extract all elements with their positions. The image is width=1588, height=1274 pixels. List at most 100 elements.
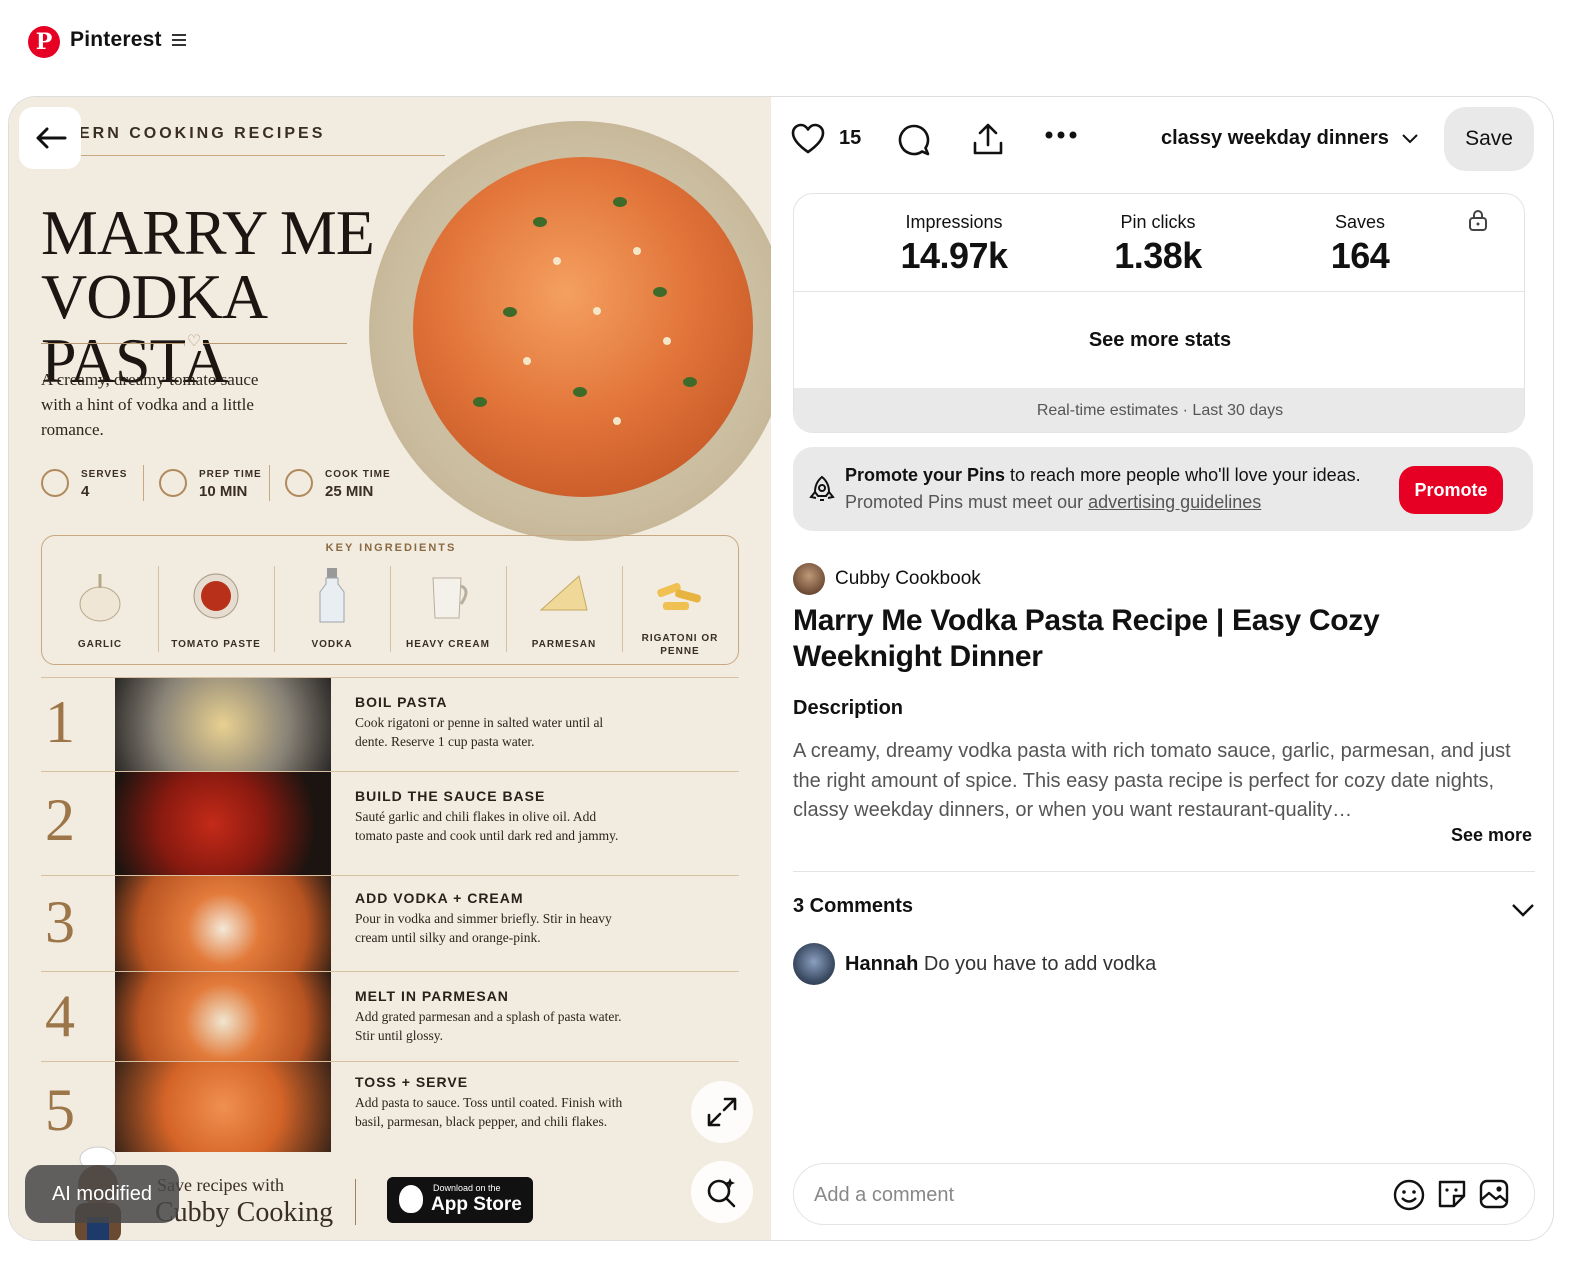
back-button[interactable] [19,107,81,169]
avatar[interactable] [793,943,835,985]
expand-icon [707,1097,737,1127]
ingredient-parmesan: PARMESAN [506,558,622,658]
chevron-down-icon[interactable] [1511,901,1535,917]
divider [793,871,1535,872]
step-title: BUILD THE SAUCE BASE [355,788,546,804]
cream-pitcher-icon [432,577,468,619]
description-body: A creamy, dreamy vodka pasta with rich t… [793,740,1511,821]
clock-icon [159,469,187,497]
heart-ornament-icon: ♡ [185,333,203,351]
ai-modified-badge[interactable]: AI modified [25,1165,179,1223]
save-button[interactable]: Save [1444,107,1534,171]
more-options-icon[interactable] [1043,129,1079,141]
promo-bold: Promote your Pins [845,465,1006,485]
see-more-stats-button[interactable]: See more stats [794,292,1524,388]
apple-icon [399,1185,423,1213]
action-bar: 15 classy weekday dinners Save [771,97,1553,183]
app-store-badge: Download on the App Store [387,1177,533,1223]
step-number: 1 [45,689,75,755]
ingredients-heading: KEY INGREDIENTS [325,542,457,554]
board-selector[interactable]: classy weekday dinners [1161,127,1389,150]
step-title: BOIL PASTA [355,694,448,710]
people-icon [41,469,69,497]
eyebrow-rule [79,155,445,156]
stat-divider [269,465,270,501]
recipe-steps: 1 BOIL PASTA Cook rigatoni or penne in s… [41,677,739,1163]
promo-rest: to reach more people who'll love your id… [1005,465,1361,485]
step-number: 5 [45,1077,75,1143]
metric-saves: Saves 164 [1260,212,1460,277]
pasta-illustration [413,157,753,497]
heart-icon[interactable] [791,123,825,155]
pin-stats-card: Impressions 14.97k Pin clicks 1.38k Save… [793,193,1525,433]
hamburger-icon[interactable] [172,34,186,48]
advertising-guidelines-link[interactable]: advertising guidelines [1088,492,1261,512]
step-body: Pour in vodka and simmer briefly. Stir i… [355,911,612,945]
step-photo [115,1062,331,1152]
comment-body: Do you have to add vodka [923,953,1157,975]
metric-label: Saves [1334,212,1386,232]
lock-icon [1469,210,1487,231]
pin-details-panel: 15 classy weekday dinners Save Impressio… [771,97,1553,1240]
pin-image[interactable]: ERN COOKING RECIPES MARRY ME VODKA PASTA… [9,97,771,1240]
stat-value: 25 MIN [325,483,374,500]
appstore-big-text: App Store [431,1194,522,1215]
comment-input[interactable] [814,1178,1374,1212]
emoji-icon[interactable] [1392,1178,1426,1212]
expand-button[interactable] [691,1081,753,1143]
metric-value: 14.97k [900,235,1008,276]
metric-label: Impressions [905,212,1003,232]
step-1: 1 BOIL PASTA Cook rigatoni or penne in s… [41,677,739,772]
recipe-stats: SERVES 4 PREP TIME 10 MIN COOK TIME 25 M… [41,465,401,505]
comment-author[interactable]: Hannah [845,953,918,975]
promote-button[interactable]: Promote [1399,466,1503,514]
step-number: 2 [45,787,75,853]
ingredient-rigatoni: RIGATONI OR PENNE [622,558,738,658]
step-number: 4 [45,983,75,1049]
arrow-left-icon [36,127,67,149]
sticker-icon[interactable] [1436,1178,1468,1210]
metric-impressions: Impressions 14.97k [854,212,1054,277]
stat-value: 4 [81,483,90,500]
cheese-wedge-icon [539,575,588,611]
image-eyebrow-text: ERN COOKING RECIPES [79,125,326,142]
chevron-down-icon[interactable] [1401,131,1419,145]
metric-pin-clicks: Pin clicks 1.38k [1058,212,1258,277]
pinterest-logo-icon[interactable]: P [28,26,60,58]
step-number: 3 [45,889,75,955]
share-icon[interactable] [971,123,1005,157]
stat-label: SERVES [81,469,128,480]
rocket-icon [809,475,835,501]
clock-icon [285,469,313,497]
step-photo [115,876,331,972]
step-2: 2 BUILD THE SAUCE BASE Sauté garlic and … [41,771,739,876]
step-5: 5 TOSS + SERVE Add pasta to sauce. Toss … [41,1061,739,1163]
creator-name[interactable]: Cubby Cookbook [835,568,981,590]
step-body: Add grated parmesan and a splash of past… [355,1009,622,1043]
top-bar: P Pinterest [0,0,1588,90]
step-photo [115,972,331,1062]
comments-heading[interactable]: 3 Comments [793,895,913,918]
appstore-small-text: Download on the [433,1183,501,1193]
garlic-icon [79,574,121,622]
comment-icon[interactable] [897,123,931,157]
recipe-title: MARRY ME VODKA PASTA [41,197,375,396]
avatar[interactable] [793,563,825,595]
image-upload-icon[interactable] [1478,1178,1510,1210]
step-4: 4 MELT IN PARMESAN Add grated parmesan a… [41,971,739,1062]
key-ingredients-box: KEY INGREDIENTS GARLIC TOMATO PASTE VODK… [41,535,739,665]
brand-name[interactable]: Pinterest [70,28,162,52]
step-3: 3 ADD VODKA + CREAM Pour in vodka and si… [41,875,739,972]
visual-search-button[interactable] [691,1161,753,1223]
footer-divider [355,1179,356,1225]
stat-label: PREP TIME [199,469,262,480]
promote-banner: Promote your Pins to reach more people w… [793,447,1533,531]
pin-closeup-card: ERN COOKING RECIPES MARRY ME VODKA PASTA… [8,96,1554,1241]
ingredient-heavy-cream: HEAVY CREAM [390,558,506,658]
metric-value: 164 [1330,235,1390,276]
see-more-link[interactable]: See more [1451,825,1532,846]
ingredient-vodka: VODKA [274,558,390,658]
description-heading: Description [793,697,904,719]
step-title: MELT IN PARMESAN [355,988,509,1004]
step-title: ADD VODKA + CREAM [355,890,524,906]
